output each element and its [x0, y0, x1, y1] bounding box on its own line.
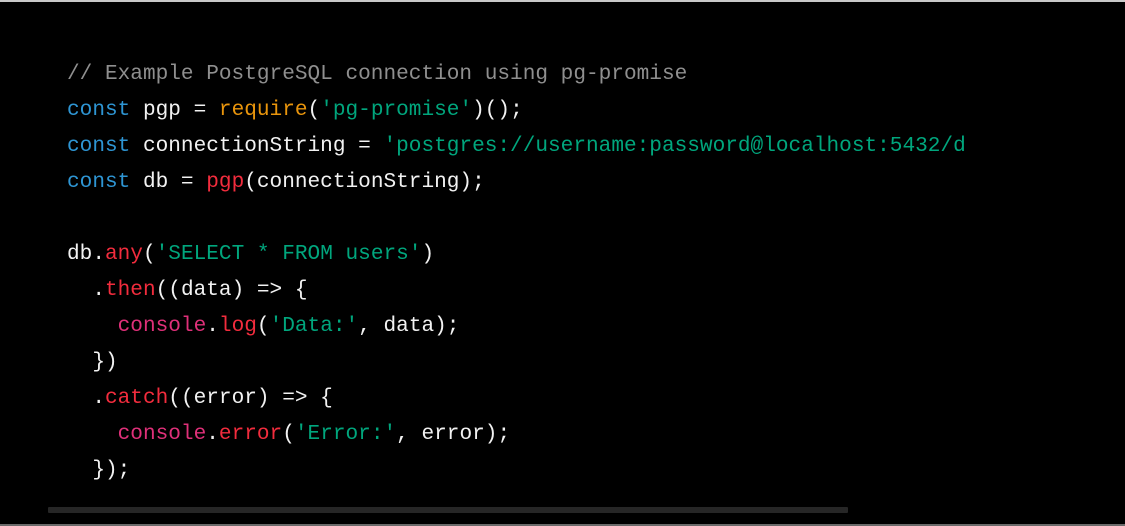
code-line: .then((data) => {	[67, 272, 1125, 308]
code-text: .	[206, 314, 219, 338]
code-text: connectionString =	[130, 134, 384, 158]
code-keyword: const	[67, 98, 131, 122]
code-keyword: const	[67, 134, 131, 158]
code-string: 'SELECT * FROM users'	[155, 242, 422, 266]
code-line: const pgp = require('pg-promise')();	[67, 92, 1125, 128]
code-function: console	[117, 422, 207, 446]
code-function: console	[117, 314, 207, 338]
code-text: )	[421, 242, 435, 266]
code-method: then	[104, 278, 156, 302]
code-text: (connectionString);	[244, 170, 485, 194]
code-keyword: const	[67, 170, 131, 194]
code-text: pgp =	[130, 98, 219, 122]
code-text: db =	[130, 170, 207, 194]
code-line: console.error('Error:', error);	[67, 416, 1125, 452]
horizontal-scrollbar[interactable]	[48, 507, 848, 513]
code-string: 'Data:'	[269, 314, 359, 338]
code-text: , error);	[396, 422, 511, 446]
code-method: any	[104, 242, 143, 266]
code-line: // Example PostgreSQL connection using p…	[67, 56, 1125, 92]
code-text: })	[67, 350, 118, 374]
code-text: )();	[472, 98, 523, 122]
code-line: .catch((error) => {	[67, 380, 1125, 416]
code-method: log	[218, 314, 257, 338]
code-line: const connectionString = 'postgres://use…	[67, 128, 1125, 164]
code-method: pgp	[206, 170, 245, 194]
code-text: , data);	[358, 314, 460, 338]
code-string: 'postgres://username:password@localhost:…	[383, 134, 966, 158]
code-content: // Example PostgreSQL connection using p…	[67, 56, 1125, 488]
code-line: const db = pgp(connectionString);	[67, 164, 1125, 200]
code-method: catch	[104, 386, 169, 410]
code-text: .	[67, 386, 105, 410]
code-text: db.	[67, 242, 105, 266]
code-viewport: // Example PostgreSQL connection using p…	[67, 56, 1125, 488]
screen-frame: // Example PostgreSQL connection using p…	[0, 0, 1125, 526]
code-method: error	[218, 422, 283, 446]
code-text: ((error) => {	[168, 386, 333, 410]
code-text: (	[307, 98, 321, 122]
code-text: (	[256, 314, 270, 338]
code-text: });	[67, 458, 131, 482]
code-comment: // Example PostgreSQL connection using p…	[67, 62, 688, 86]
code-text: (	[142, 242, 156, 266]
code-line: })	[67, 344, 1125, 380]
code-text: ((data) => {	[155, 278, 308, 302]
code-line: });	[67, 452, 1125, 488]
code-line: db.any('SELECT * FROM users')	[67, 236, 1125, 272]
code-line: console.log('Data:', data);	[67, 308, 1125, 344]
code-block: // Example PostgreSQL connection using p…	[48, 4, 1125, 524]
code-string: 'pg-promise'	[320, 98, 473, 122]
code-text: (	[282, 422, 295, 446]
code-text: .	[67, 278, 105, 302]
code-string: 'Error:'	[294, 422, 397, 446]
code-builtin: require	[218, 98, 308, 122]
code-text: .	[206, 422, 219, 446]
